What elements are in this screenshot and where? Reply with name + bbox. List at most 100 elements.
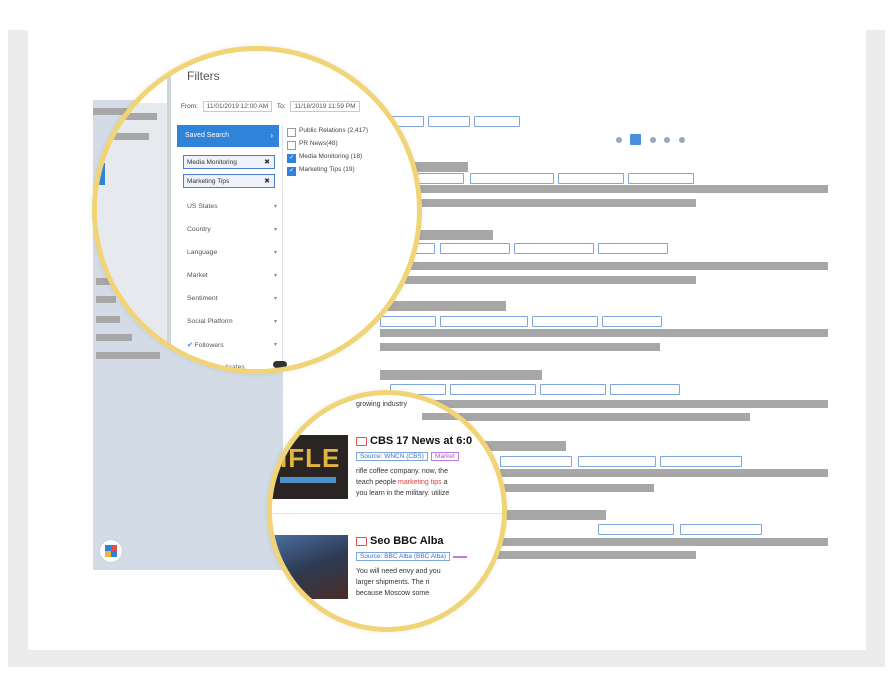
news-title-text: Seo BBC Alba bbox=[370, 535, 444, 547]
saved-search-button[interactable]: Saved Search › bbox=[177, 125, 279, 147]
news-title[interactable]: Seo BBC Alba bbox=[356, 535, 444, 547]
result-tag bbox=[628, 173, 694, 184]
filter-label: Market bbox=[187, 272, 208, 279]
filter-sentiment[interactable]: Sentiment ▾ bbox=[187, 295, 277, 302]
result-tag bbox=[598, 524, 674, 535]
saved-search-option[interactable]: PR News(48) bbox=[287, 140, 417, 152]
market-badge[interactable] bbox=[453, 556, 467, 558]
filter-market[interactable]: Market ▾ bbox=[187, 272, 277, 279]
filters-magnifier: Filters From: 11/01/2019 12:00 AM To: 11… bbox=[92, 46, 422, 374]
checkbox-checked-icon[interactable]: ✓ bbox=[287, 154, 296, 163]
result-tag bbox=[680, 524, 762, 535]
page-dot[interactable] bbox=[678, 136, 685, 143]
result-tag bbox=[450, 384, 536, 395]
source-badge[interactable]: Source: BBC Alba (BBC Alba) bbox=[356, 552, 450, 561]
filter-us-states[interactable]: US States ▾ bbox=[187, 203, 277, 210]
from-label: From bbox=[181, 103, 197, 110]
news-snippet-line: you learn in the military. utilize bbox=[356, 490, 450, 497]
remove-tag-icon[interactable]: ✖ bbox=[264, 156, 270, 170]
source-badge[interactable]: Source: WNCN (CBS) bbox=[356, 452, 428, 461]
snippet-text: growing industry bbox=[356, 401, 407, 408]
option-label: Media Monitoring (18) bbox=[299, 153, 363, 160]
chevron-down-icon: ▾ bbox=[273, 319, 277, 325]
result-tag bbox=[660, 456, 742, 467]
news-thumbnail[interactable] bbox=[272, 535, 348, 599]
checkbox-checked-icon[interactable]: ✓ bbox=[287, 167, 296, 176]
result-tag bbox=[428, 116, 470, 127]
filters-title: Filters bbox=[187, 69, 220, 83]
result-line bbox=[405, 276, 696, 284]
news-source-row: Source: WNCN (CBS) Market bbox=[356, 452, 459, 461]
news-snippet-line: because Moscow some bbox=[356, 590, 430, 597]
filter-categories: Saved Search › Media Monitoring ✖ Market… bbox=[177, 125, 283, 369]
chevron-down-icon: ▾ bbox=[273, 204, 277, 210]
page-dot[interactable] bbox=[616, 136, 622, 143]
tag-label: Marketing Tips bbox=[187, 178, 230, 185]
market-badge[interactable]: Market bbox=[430, 452, 459, 461]
filter-label: US States bbox=[187, 203, 218, 210]
result-tag bbox=[474, 116, 520, 127]
result-tag bbox=[540, 384, 606, 395]
news-snippet-line: You will need envy and you bbox=[356, 568, 441, 575]
filter-label: Country bbox=[187, 226, 211, 233]
saved-search-option[interactable]: ✓ Media Monitoring (18) bbox=[287, 153, 417, 165]
filter-label: Sentiment bbox=[187, 295, 218, 302]
chevron-right-icon: › bbox=[270, 131, 273, 140]
to-date-input[interactable]: 11/18/2019 11:59 PM bbox=[290, 101, 360, 112]
saved-search-list: Public Relations (2,417) PR News(48) ✓ Me… bbox=[287, 127, 417, 179]
filter-country[interactable]: Country ▾ bbox=[187, 226, 277, 233]
saved-search-option[interactable]: Public Relations (2,417) bbox=[287, 127, 417, 139]
result-tag bbox=[380, 316, 436, 327]
tag-marketing-tips[interactable]: Marketing Tips ✖ bbox=[183, 174, 275, 188]
result-title bbox=[490, 510, 606, 520]
result-tag bbox=[440, 243, 510, 254]
twitter-icon: ✔ bbox=[187, 342, 195, 349]
filter-label: Language bbox=[187, 249, 218, 256]
result-tag bbox=[602, 316, 662, 327]
filter-followers[interactable]: ✔ Followers ▾ bbox=[187, 341, 277, 349]
thumbnail-brand: IFLE bbox=[280, 443, 341, 473]
checkbox-icon[interactable] bbox=[287, 141, 296, 150]
result-line bbox=[496, 551, 696, 559]
filter-language[interactable]: Language ▾ bbox=[187, 249, 277, 256]
news-source-row: Source: BBC Alba (BBC Alba) bbox=[356, 552, 467, 561]
news-thumbnail[interactable]: IFLE bbox=[272, 435, 348, 499]
result-tag bbox=[470, 173, 554, 184]
video-icon bbox=[356, 436, 367, 446]
result-line bbox=[380, 329, 828, 337]
filter-label: Social Platform bbox=[187, 318, 233, 325]
from-date-input[interactable]: 11/01/2019 12:00 AM bbox=[202, 101, 273, 112]
exclude-duplicates-toggle[interactable] bbox=[273, 361, 287, 368]
date-range: From: 11/01/2019 12:00 AM To: 11/18/2019… bbox=[181, 101, 363, 112]
chevron-down-icon: ▾ bbox=[273, 227, 277, 233]
remove-tag-icon[interactable]: ✖ bbox=[264, 175, 270, 189]
video-icon bbox=[356, 536, 367, 546]
tag-media-monitoring[interactable]: Media Monitoring ✖ bbox=[183, 155, 275, 169]
to-label: To bbox=[276, 103, 284, 110]
pagination[interactable] bbox=[612, 131, 685, 146]
option-label: Public Relations (2,417) bbox=[299, 127, 369, 134]
result-title bbox=[380, 370, 542, 380]
app-logo-icon bbox=[100, 540, 122, 562]
chevron-down-icon: ▾ bbox=[273, 273, 277, 279]
chevron-down-icon: ▾ bbox=[273, 296, 277, 302]
option-label: PR News(48) bbox=[299, 140, 338, 147]
result-tag bbox=[500, 456, 572, 467]
result-line bbox=[400, 185, 828, 193]
checkbox-icon[interactable] bbox=[287, 128, 296, 137]
page-dot[interactable] bbox=[664, 136, 671, 143]
result-line bbox=[500, 469, 828, 477]
page-dot-active[interactable] bbox=[630, 134, 642, 146]
filter-social-platform[interactable]: Social Platform ▾ bbox=[187, 318, 277, 325]
news-title[interactable]: CBS 17 News at 6:0 bbox=[356, 435, 472, 447]
saved-search-option[interactable]: ✓ Marketing Tips (19) bbox=[287, 166, 417, 178]
news-magnifier: growing industry IFLE CBS 17 News at 6:0… bbox=[267, 390, 507, 632]
divider bbox=[272, 513, 502, 514]
result-line bbox=[496, 538, 828, 546]
page-dot[interactable] bbox=[649, 136, 656, 143]
result-line bbox=[400, 199, 696, 207]
result-tag bbox=[598, 243, 668, 254]
news-snippet-line: teach people marketing tips a bbox=[356, 477, 447, 488]
snippet-text: a bbox=[441, 479, 448, 486]
result-tag bbox=[578, 456, 656, 467]
